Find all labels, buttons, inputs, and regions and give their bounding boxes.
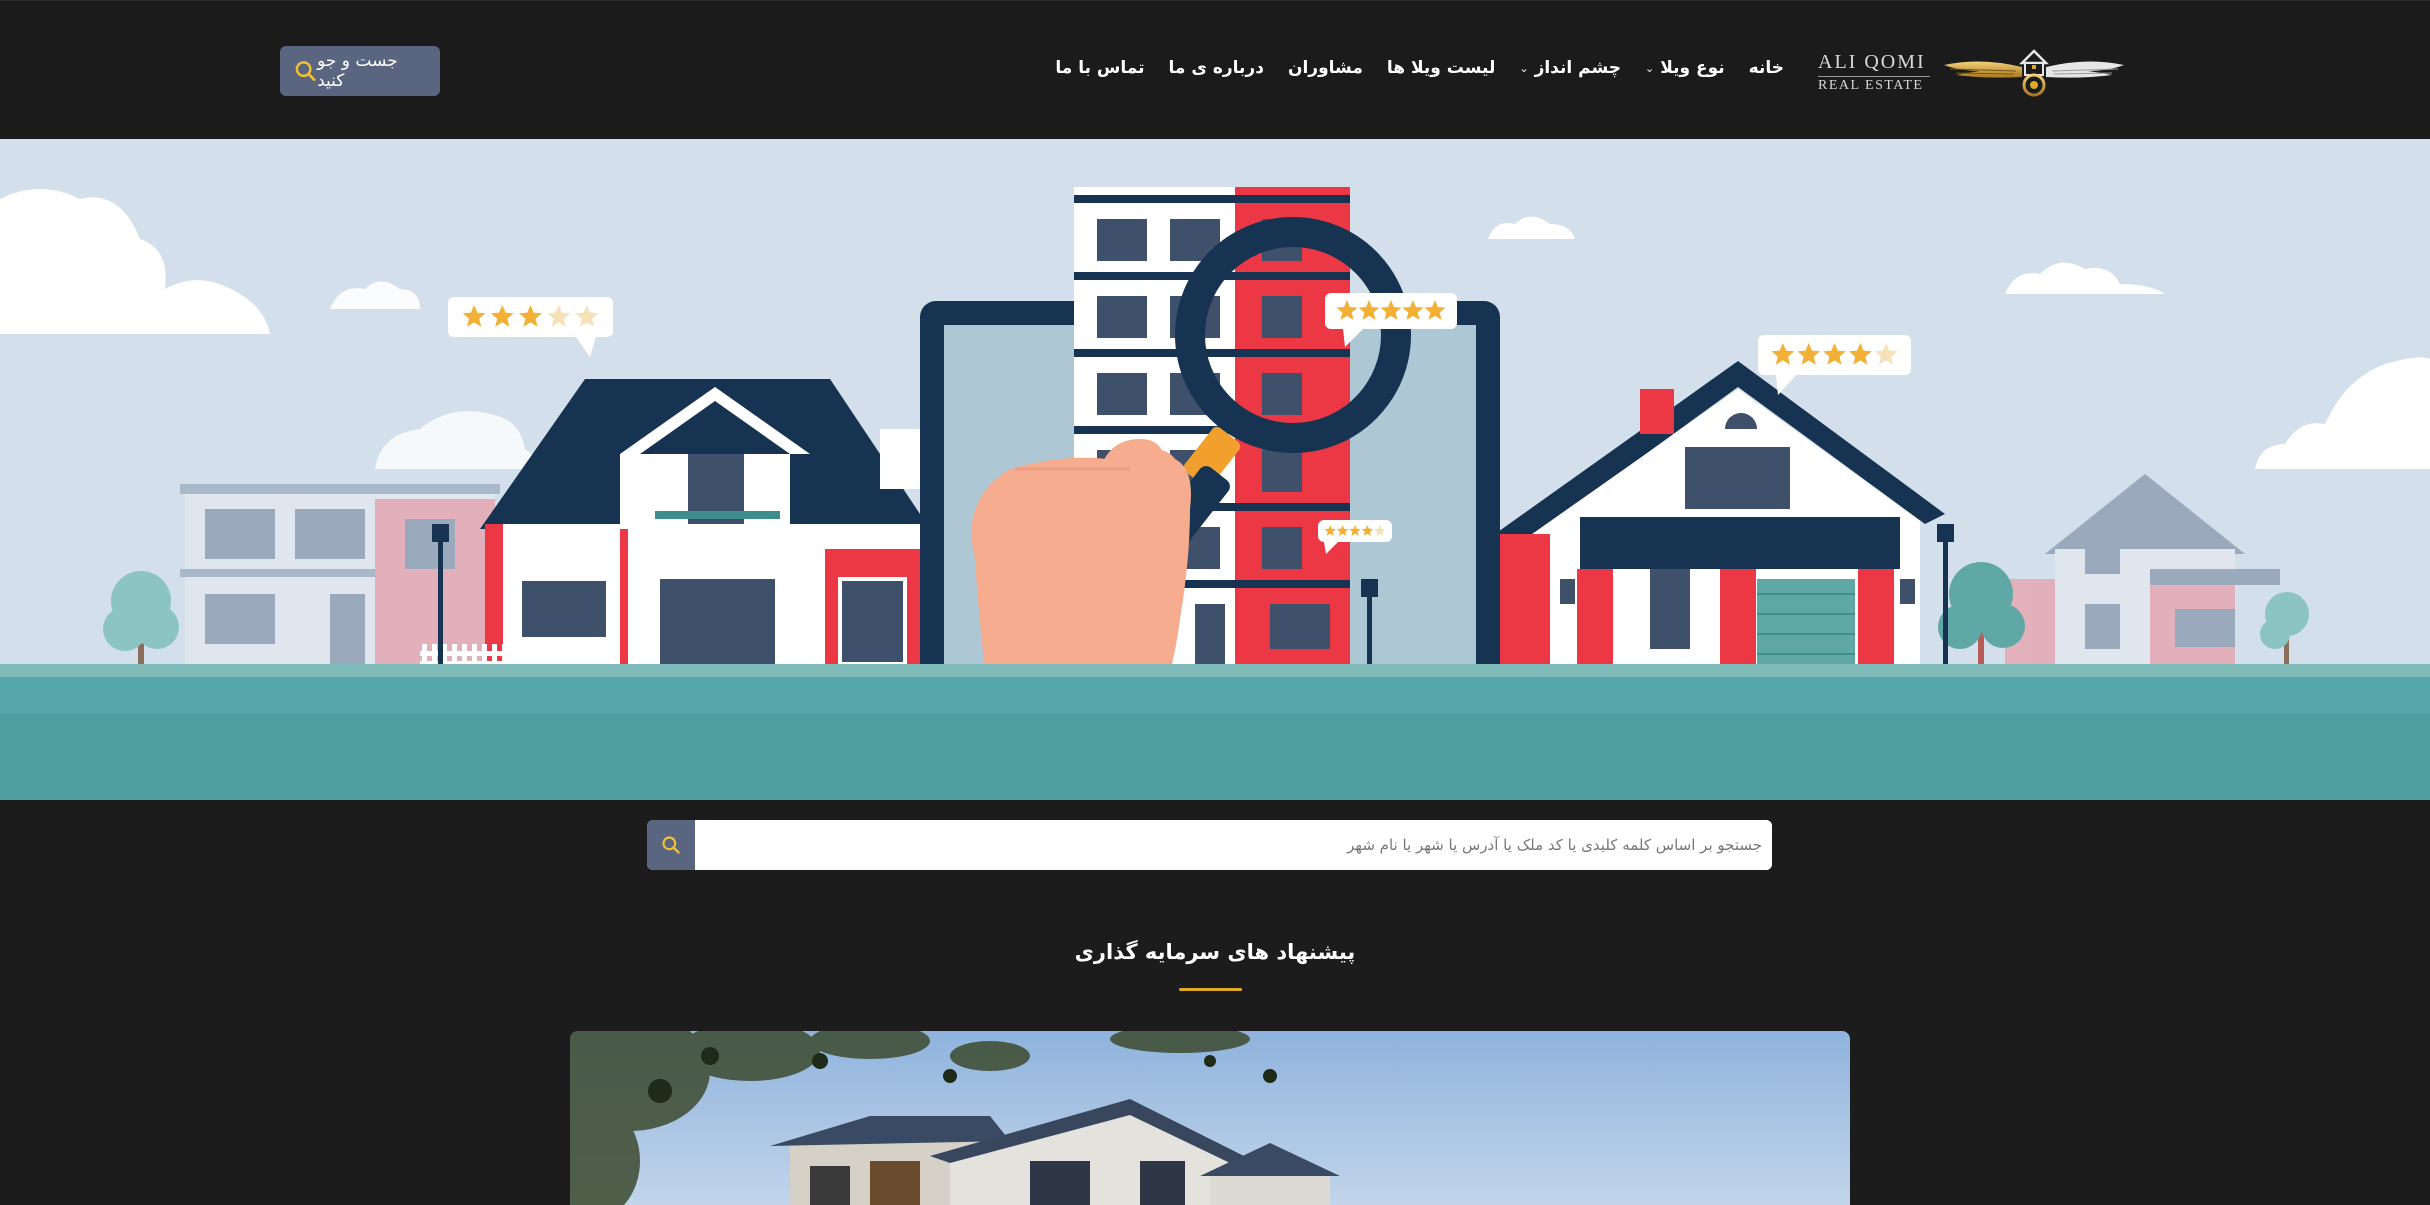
property-search-input[interactable] <box>695 820 1772 870</box>
nav-item-home[interactable]: خانه <box>1749 58 1784 78</box>
hero-scene <box>0 139 2430 800</box>
nav-item-villa-list[interactable]: لیست ویلا ها <box>1387 58 1495 78</box>
brand-logo[interactable]: ALI QOMI REAL ESTATE <box>1818 43 2132 97</box>
nav-item-label: مشاوران <box>1287 58 1363 78</box>
chevron-down-icon: ⌄ <box>1519 61 1529 75</box>
winged-house-emblem-icon <box>1944 49 2124 97</box>
property-search-bar <box>647 820 1772 870</box>
header-search-label: جست و جو کنید <box>317 51 398 91</box>
nav-item-contact[interactable]: تماس با ما <box>1055 58 1144 78</box>
brand-name: ALI QOMI <box>1818 51 1926 73</box>
nav-item-label: تماس با ما <box>1055 58 1145 78</box>
nav-item-label: لیست ویلا ها <box>1386 58 1496 78</box>
brand-tagline: REAL ESTATE <box>1818 76 1930 94</box>
investment-listing-card[interactable] <box>570 1031 1850 1205</box>
property-search-button[interactable] <box>647 820 695 870</box>
nav-item-label: خانه <box>1748 58 1784 78</box>
listing-photo <box>570 1031 1850 1205</box>
search-icon <box>295 61 316 81</box>
nav-item-view[interactable]: چشم انداز ⌄ <box>1519 58 1621 78</box>
section-title-underline <box>1179 988 1242 991</box>
section-title: پیشنهاد های سرمایه گذاری <box>1074 940 1356 964</box>
brand-wordmark: ALI QOMI REAL ESTATE <box>1818 51 1930 94</box>
chevron-down-icon: ⌄ <box>1645 61 1655 75</box>
nav-item-about[interactable]: درباره ی ما <box>1169 58 1264 78</box>
nav-item-label: چشم انداز <box>1534 58 1622 78</box>
nav-item-label: درباره ی ما <box>1168 58 1264 78</box>
hero-illustration <box>0 139 2430 800</box>
main-nav: خانه نوع ویلا ⌄ چشم انداز ⌄ لیست ویلا ها م… <box>1031 53 1784 83</box>
site-header: ALI QOMI REAL ESTATE خانه نوع ویلا ⌄ چشم… <box>0 0 2430 139</box>
search-icon <box>662 836 680 854</box>
nav-item-consultants[interactable]: مشاوران <box>1288 58 1363 78</box>
nav-item-villa-type[interactable]: نوع ویلا ⌄ <box>1645 58 1725 78</box>
nav-item-label: نوع ویلا <box>1660 58 1725 78</box>
header-search-button[interactable]: جست و جو کنید <box>280 46 440 96</box>
